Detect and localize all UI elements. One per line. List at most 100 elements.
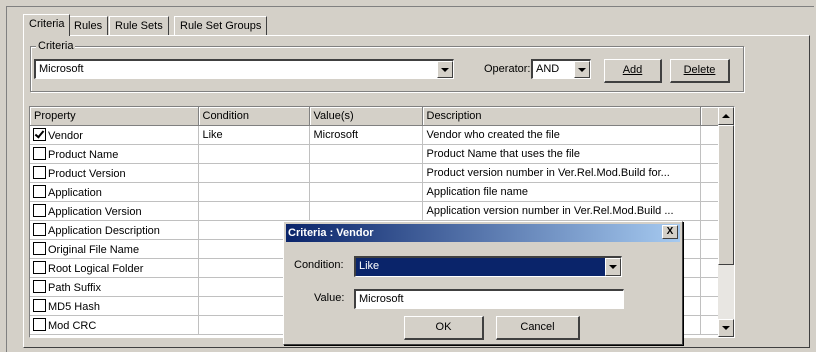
table-row[interactable]: Vendor Like Microsoft Vendor who created th… — [30, 125, 721, 145]
property-checkbox[interactable] — [33, 184, 46, 198]
property-checkbox[interactable] — [33, 298, 46, 312]
property-checkbox[interactable] — [33, 241, 46, 255]
property-cell[interactable]: Application Version — [30, 201, 199, 221]
close-button[interactable]: X — [662, 225, 678, 239]
condition-cell[interactable]: Like — [198, 125, 310, 145]
column-header-property[interactable]: Property — [30, 107, 199, 126]
value-input[interactable]: Microsoft — [354, 289, 624, 309]
property-cell[interactable]: MD5 Hash — [30, 296, 199, 316]
cancel-button[interactable]: Cancel — [496, 316, 580, 340]
description-cell[interactable]: Application version number in Ver.Rel.Mo… — [422, 201, 701, 221]
property-checkbox[interactable] — [33, 203, 46, 217]
column-header-description[interactable]: Description — [422, 107, 701, 126]
property-name: Root Logical Folder — [48, 262, 144, 275]
description-cell[interactable]: Product version number in Ver.Rel.Mod.Bu… — [422, 163, 701, 183]
filler-cell — [700, 315, 721, 335]
property-name: Vendor — [48, 129, 83, 142]
condition-cell[interactable] — [198, 144, 310, 164]
description-cell[interactable]: Product Name that uses the file — [422, 144, 701, 164]
delete-button[interactable]: Delete — [670, 59, 730, 83]
arrow-up-icon — [722, 114, 730, 118]
property-name: Application Version — [48, 205, 142, 218]
criteria-groupbox-label: Criteria — [36, 40, 76, 52]
filler-cell — [700, 182, 721, 202]
grid-scrollbar[interactable] — [718, 107, 734, 337]
chevron-down-icon — [441, 67, 449, 72]
property-checkbox[interactable] — [33, 317, 46, 331]
property-checkbox[interactable] — [33, 165, 46, 179]
scroll-up-button[interactable] — [718, 107, 734, 125]
property-cell[interactable]: Product Name — [30, 144, 199, 164]
grid-header-row: Property Condition Value(s) Description — [30, 107, 721, 126]
criteria-select[interactable]: Microsoft — [34, 59, 454, 79]
chevron-down-icon — [609, 265, 617, 269]
scroll-down-button[interactable] — [718, 319, 734, 337]
criteria-vendor-dialog: Criteria : Vendor X Condition: Like Valu… — [283, 221, 683, 345]
filler-cell — [700, 163, 721, 183]
operator-select[interactable]: AND — [531, 59, 591, 79]
property-cell[interactable]: Application — [30, 182, 199, 202]
filler-cell — [700, 296, 721, 316]
property-name: Original File Name — [48, 243, 140, 256]
operator-label: Operator: — [484, 63, 531, 75]
chevron-down-icon — [578, 67, 586, 72]
filler-cell — [700, 201, 721, 221]
value-cell[interactable]: Microsoft — [309, 125, 423, 145]
property-cell[interactable]: Vendor — [30, 125, 199, 145]
filler-cell — [700, 144, 721, 164]
condition-cell[interactable] — [198, 201, 310, 221]
condition-cell[interactable] — [198, 163, 310, 183]
value-cell[interactable] — [309, 182, 423, 202]
filler-cell — [700, 125, 721, 145]
tab-rules[interactable]: Rules — [68, 16, 109, 36]
column-header-values[interactable]: Value(s) — [309, 107, 423, 126]
property-cell[interactable]: Root Logical Folder — [30, 258, 199, 278]
condition-dropdown-button[interactable] — [605, 258, 621, 276]
table-row[interactable]: Application Version Application version n… — [30, 201, 721, 221]
filler-cell — [700, 220, 721, 240]
value-cell[interactable] — [309, 144, 423, 164]
value-cell[interactable] — [309, 201, 423, 221]
operator-dropdown-button[interactable] — [574, 61, 590, 78]
tab-rule-sets[interactable]: Rule Sets — [109, 16, 169, 36]
filler-cell — [700, 258, 721, 278]
property-cell[interactable]: Path Suffix — [30, 277, 199, 297]
property-name: Application — [48, 186, 102, 199]
table-row[interactable]: Product Name Product Name that uses the f… — [30, 144, 721, 164]
property-name: Path Suffix — [48, 281, 101, 294]
property-cell[interactable]: Mod CRC — [30, 315, 199, 335]
condition-select-value: Like — [359, 260, 380, 272]
property-cell[interactable]: Product Version — [30, 163, 199, 183]
add-button[interactable]: Add — [604, 59, 662, 83]
table-row[interactable]: Product Version Product version number in… — [30, 163, 721, 183]
value-cell[interactable] — [309, 163, 423, 183]
ok-button[interactable]: OK — [404, 316, 484, 340]
criteria-select-value: Microsoft — [39, 63, 84, 75]
condition-cell[interactable] — [198, 182, 310, 202]
dialog-title-bar[interactable]: Criteria : Vendor — [286, 224, 680, 242]
tab-rule-set-groups[interactable]: Rule Set Groups — [174, 16, 268, 36]
property-cell[interactable]: Application Description — [30, 220, 199, 240]
tab-criteria[interactable]: Criteria — [23, 14, 71, 36]
value-label: Value: — [314, 292, 345, 304]
criteria-dropdown-button[interactable] — [437, 61, 453, 78]
property-checkbox[interactable] — [33, 222, 46, 236]
description-cell[interactable]: Application file name — [422, 182, 701, 202]
value-input-text: Microsoft — [359, 293, 404, 305]
property-checkbox[interactable] — [33, 279, 46, 293]
condition-label: Condition: — [294, 259, 344, 271]
property-name: MD5 Hash — [48, 300, 100, 313]
property-checkbox[interactable] — [33, 146, 46, 160]
property-name: Product Name — [48, 148, 119, 161]
table-row[interactable]: Application Application file name — [30, 182, 721, 202]
operator-select-value: AND — [536, 63, 560, 75]
property-checkbox[interactable] — [33, 260, 46, 274]
scroll-thumb[interactable] — [718, 125, 734, 265]
property-cell[interactable]: Original File Name — [30, 239, 199, 259]
property-name: Mod CRC — [48, 319, 97, 332]
column-header-condition[interactable]: Condition — [198, 107, 310, 126]
condition-select[interactable]: Like — [354, 256, 622, 277]
property-checkbox[interactable] — [33, 127, 46, 141]
arrow-down-icon — [722, 326, 730, 330]
description-cell[interactable]: Vendor who created the file — [422, 125, 701, 145]
